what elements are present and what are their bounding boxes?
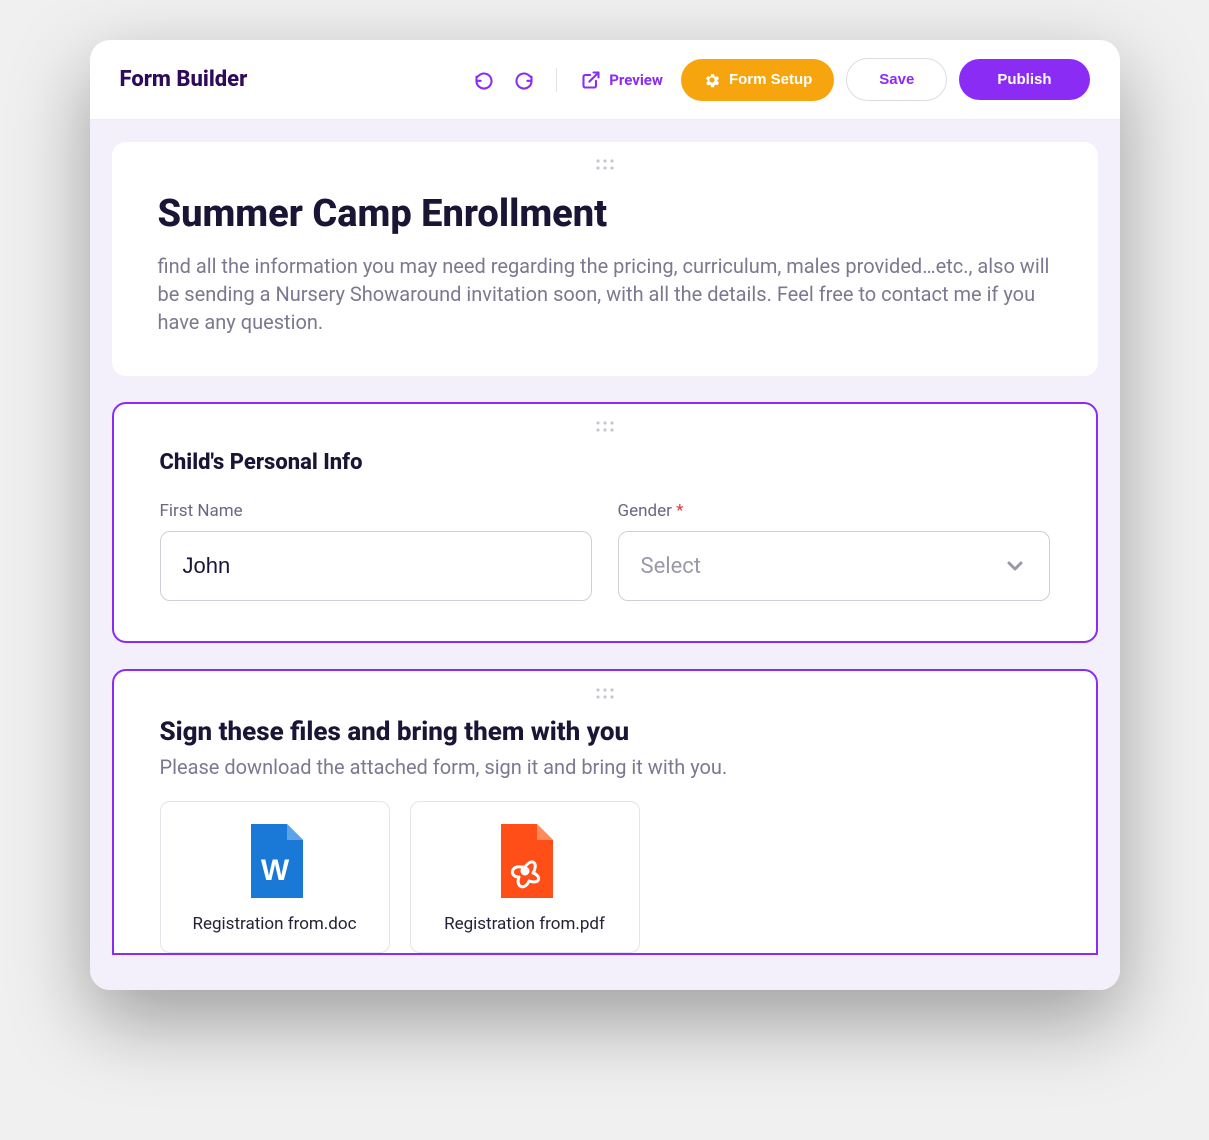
first-name-label: First Name — [160, 501, 592, 521]
external-link-icon — [581, 70, 601, 90]
save-label: Save — [879, 71, 914, 88]
files-description: Please download the attached form, sign … — [160, 755, 1050, 779]
file-row: W Registration from.doc Registration fro… — [160, 801, 1050, 953]
publish-label: Publish — [997, 71, 1051, 88]
field-row: First Name Gender * Select — [160, 501, 1050, 601]
form-description: find all the information you may need re… — [158, 252, 1052, 336]
drag-handle-icon[interactable] — [595, 158, 615, 172]
preview-button[interactable]: Preview — [575, 70, 669, 90]
file-name: Registration from.pdf — [444, 914, 605, 934]
section-title: Child's Personal Info — [160, 450, 1050, 475]
gender-field: Gender * Select — [618, 501, 1050, 601]
save-button[interactable]: Save — [846, 58, 947, 101]
pdf-icon — [497, 824, 553, 898]
chevron-down-icon — [1003, 554, 1027, 578]
drag-handle-icon[interactable] — [595, 687, 615, 701]
preview-label: Preview — [609, 71, 663, 89]
gender-label: Gender * — [618, 501, 1050, 521]
toolbar: Form Builder Preview Form Setup Save Pub… — [90, 40, 1120, 120]
form-setup-label: Form Setup — [729, 71, 812, 88]
files-card[interactable]: Sign these files and bring them with you… — [112, 669, 1098, 955]
gender-select[interactable]: Select — [618, 531, 1050, 601]
gear-icon — [703, 71, 721, 89]
form-setup-button[interactable]: Form Setup — [681, 59, 834, 101]
publish-button[interactable]: Publish — [959, 59, 1089, 100]
personal-info-card[interactable]: Child's Personal Info First Name Gender … — [112, 402, 1098, 643]
redo-button[interactable] — [510, 66, 538, 94]
files-title: Sign these files and bring them with you — [160, 717, 1050, 747]
header-card[interactable]: Summer Camp Enrollment find all the info… — [112, 142, 1098, 376]
divider — [556, 68, 557, 92]
word-doc-icon: W — [247, 824, 303, 898]
file-attachment-doc[interactable]: W Registration from.doc — [160, 801, 390, 953]
first-name-field: First Name — [160, 501, 592, 601]
gender-placeholder: Select — [641, 554, 701, 579]
app-title: Form Builder — [120, 67, 248, 92]
form-canvas: Summer Camp Enrollment find all the info… — [90, 120, 1120, 990]
redo-icon — [514, 70, 534, 90]
file-attachment-pdf[interactable]: Registration from.pdf — [410, 801, 640, 953]
svg-text:W: W — [260, 854, 289, 887]
form-title: Summer Camp Enrollment — [158, 192, 1052, 236]
first-name-input[interactable] — [160, 531, 592, 601]
undo-icon — [474, 70, 494, 90]
undo-button[interactable] — [470, 66, 498, 94]
file-name: Registration from.doc — [193, 914, 357, 934]
drag-handle-icon[interactable] — [595, 420, 615, 434]
required-mark: * — [676, 501, 683, 521]
form-builder-window: Form Builder Preview Form Setup Save Pub… — [90, 40, 1120, 990]
